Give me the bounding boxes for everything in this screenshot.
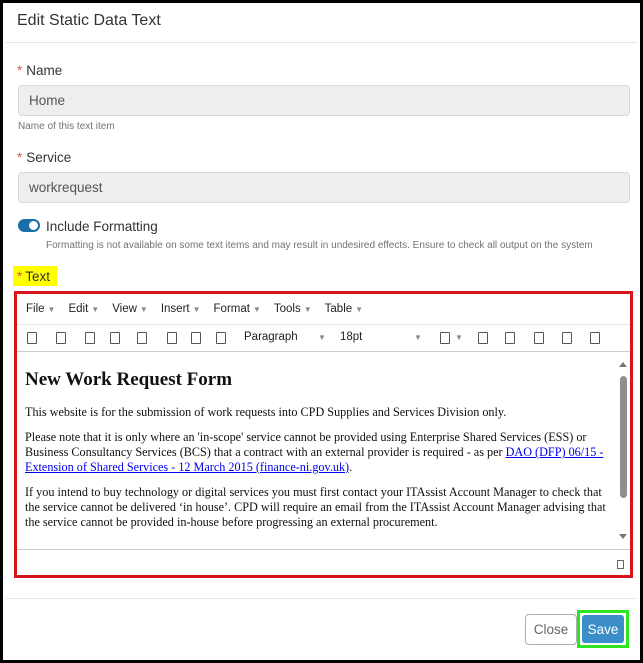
indent-icon[interactable] xyxy=(562,332,572,344)
resize-handle-icon[interactable] xyxy=(617,560,624,569)
menu-view[interactable]: View ▼ xyxy=(112,303,148,315)
menu-table[interactable]: Table ▼ xyxy=(325,303,363,315)
chevron-down-icon: ▼ xyxy=(355,305,364,314)
name-input[interactable]: Home xyxy=(18,85,630,116)
menu-insert[interactable]: Insert ▼ xyxy=(161,303,201,315)
chevron-down-icon: ▼ xyxy=(139,305,148,314)
align-center-icon[interactable] xyxy=(191,332,201,344)
bullet-list-icon[interactable] xyxy=(478,332,488,344)
clear-format-icon[interactable] xyxy=(590,332,600,344)
required-marker: * xyxy=(17,63,23,78)
include-formatting-toggle[interactable] xyxy=(18,219,40,232)
dialog-title: Edit Static Data Text xyxy=(17,12,161,29)
numbered-list-icon[interactable] xyxy=(505,332,515,344)
chevron-down-icon: ▼ xyxy=(414,333,422,342)
chevron-down-icon: ▼ xyxy=(192,305,201,314)
underline-icon[interactable] xyxy=(137,332,147,344)
rich-text-editor: File ▼ Edit ▼ View ▼ Insert ▼ Format ▼ Tools ▼… xyxy=(14,291,633,578)
text-label: * Text xyxy=(13,266,57,286)
toggle-knob xyxy=(29,221,38,230)
include-formatting-label: Include Formatting xyxy=(46,219,158,234)
required-marker: * xyxy=(17,150,23,165)
text-color-icon[interactable] xyxy=(440,332,450,344)
font-size-select[interactable]: 18pt xyxy=(340,331,362,343)
content-paragraph: This website is for the submission of wo… xyxy=(25,405,507,419)
save-highlight: Save xyxy=(577,610,629,648)
service-input[interactable]: workrequest xyxy=(18,172,630,203)
header-divider xyxy=(6,42,637,43)
menu-file[interactable]: File ▼ xyxy=(26,303,55,315)
formatting-help: Formatting is not available on some text… xyxy=(46,240,593,251)
undo-icon[interactable] xyxy=(27,332,37,344)
editor-scrollbar[interactable] xyxy=(616,352,630,549)
editor-content[interactable]: New Work Request Form This website is fo… xyxy=(17,352,616,549)
menu-edit[interactable]: Edit ▼ xyxy=(68,303,99,315)
redo-icon[interactable] xyxy=(56,332,66,344)
edit-dialog: Edit Static Data Text * Name Home Name of… xyxy=(0,0,643,663)
required-marker: * xyxy=(17,269,23,284)
block-format-select[interactable]: Paragraph xyxy=(244,331,298,343)
name-label: * Name xyxy=(17,63,63,78)
name-help: Name of this text item xyxy=(18,121,115,132)
chevron-down-icon: ▼ xyxy=(303,305,312,314)
content-paragraph: Please note that it is only where an 'in… xyxy=(25,430,604,474)
scroll-thumb[interactable] xyxy=(620,376,627,498)
close-button[interactable]: Close xyxy=(525,614,577,645)
chevron-down-icon: ▼ xyxy=(455,333,463,342)
align-right-icon[interactable] xyxy=(216,332,226,344)
footer-divider xyxy=(6,598,637,599)
chevron-down-icon: ▼ xyxy=(47,305,56,314)
service-label: * Service xyxy=(17,150,72,165)
chevron-down-icon: ▼ xyxy=(91,305,100,314)
content-heading: New Work Request Form xyxy=(25,369,233,390)
italic-icon[interactable] xyxy=(110,332,120,344)
align-left-icon[interactable] xyxy=(167,332,177,344)
editor-statusbar xyxy=(17,549,630,575)
scroll-up-icon[interactable] xyxy=(619,362,627,367)
scroll-down-icon[interactable] xyxy=(619,534,627,539)
chevron-down-icon: ▼ xyxy=(318,333,326,342)
editor-toolbar: Paragraph ▼ 18pt ▼ ▼ xyxy=(17,324,630,352)
outdent-icon[interactable] xyxy=(534,332,544,344)
chevron-down-icon: ▼ xyxy=(252,305,261,314)
menu-format[interactable]: Format ▼ xyxy=(214,303,261,315)
content-paragraph: If you intend to buy technology or digit… xyxy=(25,485,606,529)
editor-menubar: File ▼ Edit ▼ View ▼ Insert ▼ Format ▼ Tools ▼… xyxy=(17,294,630,324)
menu-tools[interactable]: Tools ▼ xyxy=(274,303,312,315)
save-button[interactable]: Save xyxy=(582,615,624,643)
bold-icon[interactable] xyxy=(85,332,95,344)
